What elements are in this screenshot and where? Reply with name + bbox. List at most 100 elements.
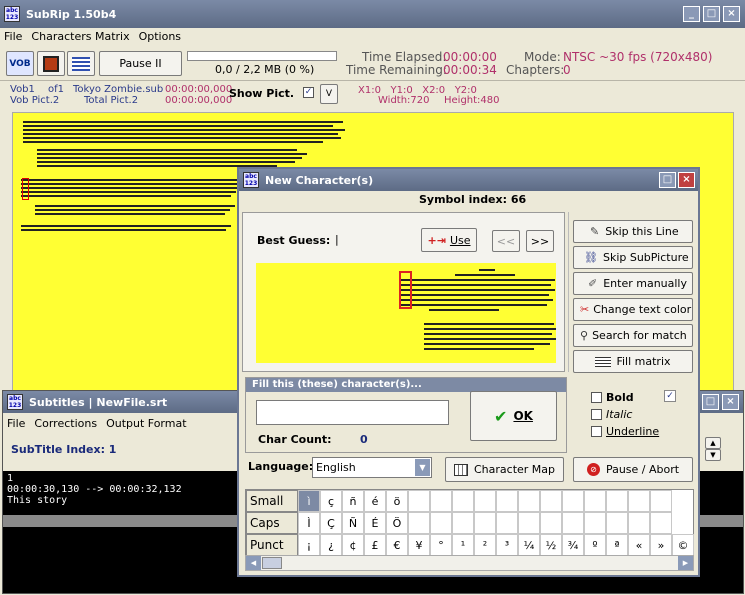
skip-line-button[interactable]: ✎ Skip this Line <box>573 220 693 243</box>
char-cell[interactable]: ² <box>474 534 496 556</box>
character-grid: Small ì ç ñ é ö Caps Ì Ç Ñ É Ö Punct ¡ ¿ ¢ £ € ¥ ° ¹ ² ³ ¼ ½ ¾ º ª «… <box>245 489 694 559</box>
char-cell[interactable] <box>496 490 518 512</box>
use-label: Use <box>449 233 471 247</box>
char-cell[interactable] <box>562 490 584 512</box>
bold-checkbox[interactable] <box>591 392 602 403</box>
char-cell[interactable] <box>496 512 518 534</box>
char-cell[interactable]: ç <box>320 490 342 512</box>
char-cell[interactable] <box>606 490 628 512</box>
subtitles-maximize-icon[interactable]: □ <box>702 394 719 410</box>
char-cell[interactable] <box>452 512 474 534</box>
skip-subpicture-button[interactable]: ⛓ Skip SubPicture <box>573 246 693 269</box>
char-count-label: Char Count: <box>258 433 332 446</box>
char-cell[interactable]: ¿ <box>320 534 342 556</box>
underline-checkbox[interactable] <box>591 426 602 437</box>
scroll-left-icon[interactable]: ◀ <box>246 556 261 570</box>
char-cell[interactable]: « <box>628 534 650 556</box>
char-cell[interactable] <box>606 512 628 534</box>
char-cell[interactable]: Ì <box>298 512 320 534</box>
char-cell[interactable] <box>540 512 562 534</box>
subtitles-menu-output-format[interactable]: Output Format <box>106 417 186 430</box>
char-cell[interactable]: É <box>364 512 386 534</box>
char-cell[interactable]: ª <box>606 534 628 556</box>
char-cell[interactable] <box>474 512 496 534</box>
index-spin-up[interactable]: ▲ <box>705 437 721 449</box>
main-titlebar[interactable]: abc 123 SubRip 1.50b4 _ □ × <box>0 0 745 28</box>
char-cell[interactable] <box>408 512 430 534</box>
char-cell[interactable] <box>452 490 474 512</box>
scroll-right-icon[interactable]: ▶ <box>678 556 693 570</box>
char-cell[interactable]: © <box>672 534 694 556</box>
char-cell[interactable]: ¢ <box>342 534 364 556</box>
menu-file[interactable]: File <box>4 30 22 43</box>
grid-scrollbar[interactable]: ◀ ▶ <box>245 555 694 571</box>
dialog-close-icon[interactable]: × <box>678 172 695 188</box>
show-pict-checkbox[interactable]: ✓ <box>303 87 314 98</box>
char-cell[interactable] <box>540 490 562 512</box>
char-cell[interactable]: » <box>650 534 672 556</box>
char-cell[interactable]: ì <box>298 490 320 512</box>
scroll-thumb[interactable] <box>262 557 282 569</box>
italic-checkbox[interactable] <box>591 409 602 420</box>
char-cell[interactable]: Ö <box>386 512 408 534</box>
char-cell[interactable]: € <box>386 534 408 556</box>
close-icon[interactable]: × <box>723 6 740 22</box>
char-cell[interactable]: ¼ <box>518 534 540 556</box>
dialog-maximize-icon[interactable]: □ <box>659 172 676 188</box>
menu-options[interactable]: Options <box>139 30 181 43</box>
char-cell[interactable] <box>628 490 650 512</box>
fill-matrix-button[interactable]: Fill matrix <box>573 350 693 373</box>
search-match-button[interactable]: ⚲ Search for match <box>573 324 693 347</box>
char-cell[interactable] <box>650 490 672 512</box>
dialog-titlebar[interactable]: abc 123 New Character(s) □ × <box>239 169 698 191</box>
index-spin-down[interactable]: ▼ <box>705 449 721 461</box>
char-cell[interactable]: ° <box>430 534 452 556</box>
char-cell[interactable]: Ñ <box>342 512 364 534</box>
character-map-button[interactable]: Character Map <box>445 457 564 482</box>
char-cell[interactable] <box>562 512 584 534</box>
char-cell[interactable]: £ <box>364 534 386 556</box>
char-cell[interactable] <box>408 490 430 512</box>
char-cell[interactable]: ¹ <box>452 534 474 556</box>
char-cell[interactable]: ñ <box>342 490 364 512</box>
subtitles-menu-corrections[interactable]: Corrections <box>34 417 97 430</box>
vob-button[interactable]: VOB <box>6 51 34 76</box>
char-cell[interactable] <box>584 490 606 512</box>
char-cell[interactable] <box>584 512 606 534</box>
fill-input[interactable] <box>256 400 449 425</box>
char-cell[interactable]: ¡ <box>298 534 320 556</box>
prev-button[interactable]: << <box>492 230 520 252</box>
char-cell[interactable] <box>474 490 496 512</box>
enter-manually-button[interactable]: ✐ Enter manually <box>573 272 693 295</box>
change-text-color-button[interactable]: ✂ Change text color <box>573 298 693 321</box>
char-cell[interactable] <box>430 512 452 534</box>
menu-characters-matrix[interactable]: Characters Matrix <box>31 30 129 43</box>
use-button[interactable]: +⇥ Use <box>421 228 477 252</box>
char-cell[interactable] <box>628 512 650 534</box>
char-cell[interactable]: º <box>584 534 606 556</box>
char-cell[interactable] <box>518 490 540 512</box>
maximize-icon[interactable]: □ <box>703 6 720 22</box>
minimize-icon[interactable]: _ <box>683 6 700 22</box>
ok-button[interactable]: ✔ OK <box>470 391 557 441</box>
matrix-button[interactable] <box>67 51 95 76</box>
char-cell[interactable]: ¥ <box>408 534 430 556</box>
char-cell[interactable]: ö <box>386 490 408 512</box>
char-cell[interactable]: ½ <box>540 534 562 556</box>
film-button[interactable] <box>37 51 65 76</box>
char-cell[interactable] <box>518 512 540 534</box>
char-cell[interactable] <box>430 490 452 512</box>
char-cell[interactable]: ¾ <box>562 534 584 556</box>
char-cell[interactable]: ³ <box>496 534 518 556</box>
char-cell[interactable]: Ç <box>320 512 342 534</box>
char-cell[interactable] <box>650 512 672 534</box>
language-select[interactable]: English ▼ <box>312 457 432 478</box>
char-cell[interactable]: é <box>364 490 386 512</box>
subtitles-close-icon[interactable]: × <box>722 394 739 410</box>
pause-button[interactable]: Pause II <box>99 51 182 76</box>
subtitles-menu-file[interactable]: File <box>7 417 25 430</box>
grid-row-label-punct: Punct <box>246 534 298 556</box>
next-button[interactable]: >> <box>526 230 554 252</box>
pause-abort-button[interactable]: ⊘ Pause / Abort <box>573 457 693 482</box>
show-pict-dropdown[interactable]: V <box>320 84 338 104</box>
